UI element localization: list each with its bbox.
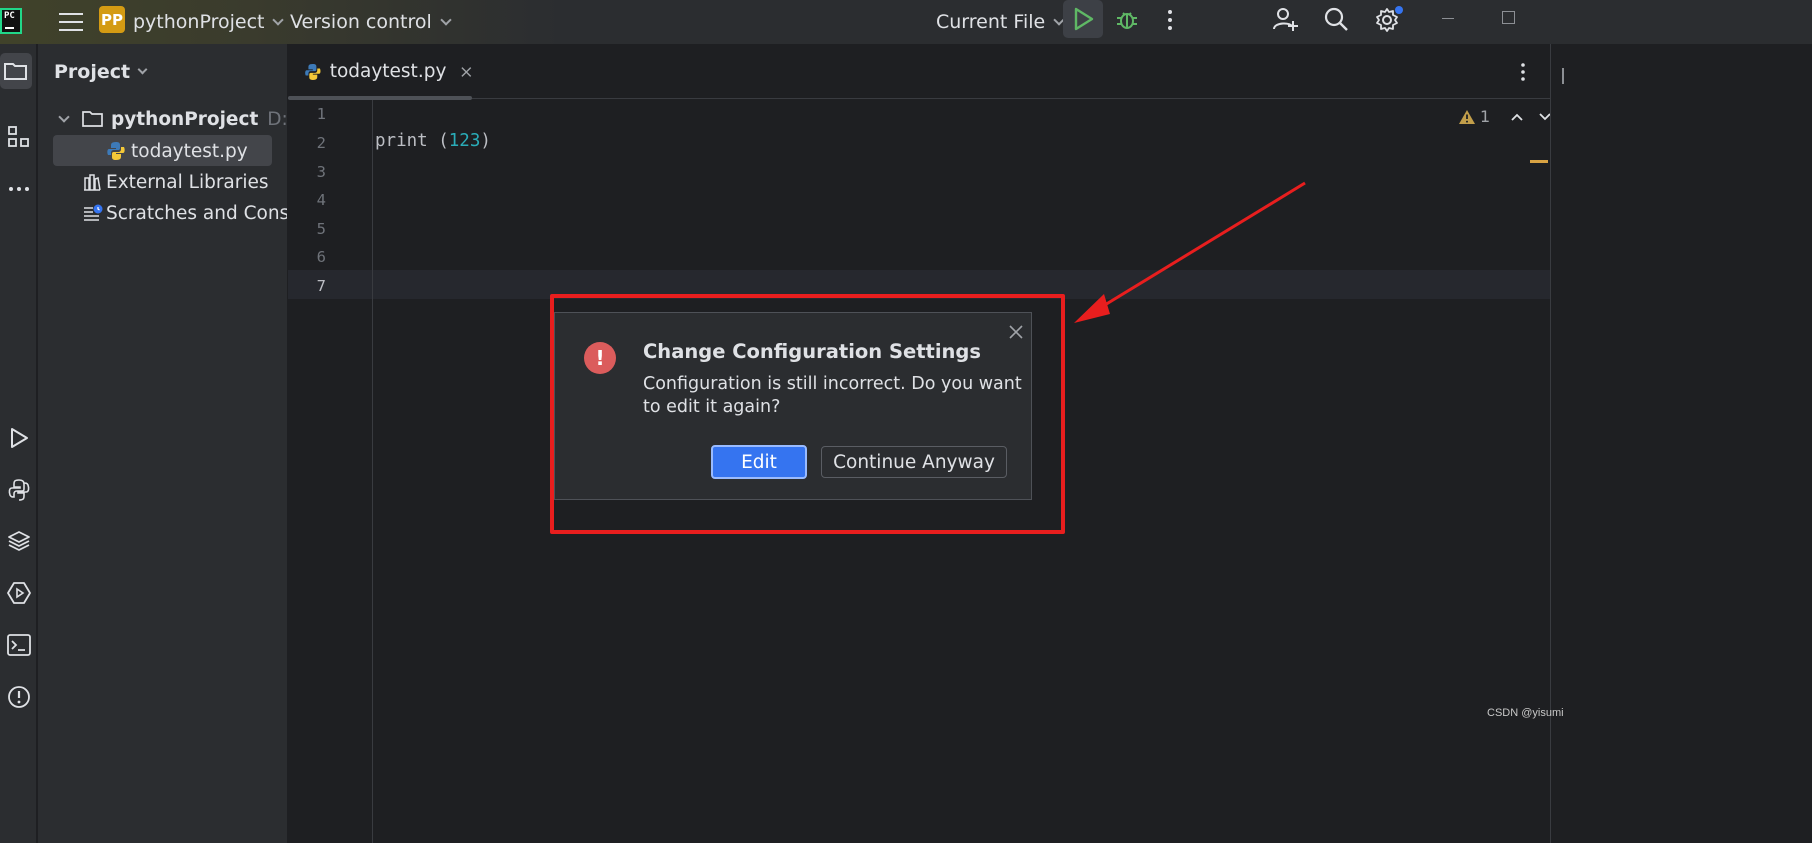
code-line[interactable]: print (123) bbox=[375, 131, 491, 151]
vcs-menu[interactable]: Version control bbox=[290, 0, 452, 44]
services-icon bbox=[6, 582, 31, 604]
project-switcher[interactable]: pythonProject bbox=[133, 0, 285, 44]
problems-tool-button[interactable] bbox=[0, 679, 37, 715]
main-menu-icon[interactable] bbox=[56, 0, 86, 44]
terminal-tool-button[interactable] bbox=[0, 627, 37, 663]
code-function: print ( bbox=[375, 131, 449, 151]
chevron-down-icon bbox=[58, 110, 70, 123]
annotation-arrow bbox=[1074, 181, 1306, 323]
run-config-label: Current File bbox=[936, 11, 1046, 33]
debug-bug-icon[interactable] bbox=[1114, 6, 1140, 32]
more-vertical-icon[interactable] bbox=[1166, 8, 1174, 32]
search-icon[interactable] bbox=[1323, 6, 1349, 32]
project-name: pythonProject bbox=[133, 11, 265, 33]
line-number: 4 bbox=[316, 191, 326, 209]
run-icon bbox=[1074, 7, 1094, 31]
run-tool-button[interactable] bbox=[0, 420, 37, 456]
library-icon bbox=[84, 174, 101, 191]
right-tool-strip bbox=[1550, 44, 1812, 843]
right-strip-icon[interactable] bbox=[1562, 68, 1564, 84]
watermark: CSDN @yisumi bbox=[1487, 707, 1564, 719]
line-number: 5 bbox=[316, 220, 326, 238]
python-console-icon bbox=[8, 479, 29, 501]
code-paren: ) bbox=[480, 131, 491, 151]
code-number: 123 bbox=[448, 131, 481, 151]
terminal-icon bbox=[6, 634, 31, 656]
tree-item-path: D:\Pyc bbox=[267, 108, 287, 130]
maximize-window-icon[interactable] bbox=[1502, 11, 1515, 24]
python-console-button[interactable] bbox=[0, 472, 37, 508]
settings-gear-icon[interactable] bbox=[1374, 5, 1404, 33]
more-horizontal-icon bbox=[8, 187, 29, 191]
layers-icon bbox=[7, 531, 30, 551]
scratches-icon bbox=[84, 204, 103, 221]
active-tab-indicator bbox=[288, 96, 472, 100]
tree-item-scratches[interactable]: Scratches and Consoles bbox=[83, 198, 287, 228]
chevron-up-icon[interactable] bbox=[1510, 112, 1524, 122]
close-tab-icon[interactable] bbox=[461, 66, 472, 78]
run-outline-icon bbox=[10, 428, 28, 448]
tree-item-label: todaytest.py bbox=[131, 140, 248, 162]
python-file-icon bbox=[107, 142, 125, 160]
annotation-highlight-box bbox=[550, 294, 1065, 534]
warning-icon bbox=[1459, 109, 1475, 124]
project-panel: Project pythonProject D:\Pyc todaytest.p… bbox=[38, 44, 287, 843]
line-number-current: 7 bbox=[316, 277, 326, 295]
line-number: 3 bbox=[316, 163, 326, 181]
project-badge[interactable]: PP bbox=[99, 6, 125, 33]
warning-count: 1 bbox=[1480, 107, 1491, 126]
tree-item-todaytest[interactable]: todaytest.py bbox=[106, 136, 248, 166]
more-vertical-icon[interactable] bbox=[1520, 63, 1526, 81]
structure-icon bbox=[7, 126, 29, 147]
chevron-down-icon bbox=[272, 13, 285, 26]
tree-item-label: External Libraries bbox=[106, 171, 269, 193]
tree-item-project-root[interactable]: pythonProject D:\Pyc bbox=[56, 104, 287, 134]
services-tool-button[interactable] bbox=[0, 575, 37, 611]
line-number: 6 bbox=[316, 248, 326, 266]
inspection-widget[interactable]: 1 bbox=[1458, 107, 1552, 126]
pycharm-logo-icon[interactable]: PC bbox=[0, 8, 22, 34]
folder-icon bbox=[4, 63, 27, 80]
problems-icon bbox=[7, 686, 30, 708]
python-file-icon bbox=[305, 63, 321, 80]
structure-tool-button[interactable] bbox=[0, 119, 37, 155]
gutter-divider bbox=[372, 100, 373, 843]
folder-icon bbox=[82, 111, 103, 127]
tool-window-strip bbox=[0, 44, 37, 843]
tree-item-label: pythonProject bbox=[111, 108, 259, 130]
python-packages-button[interactable] bbox=[0, 523, 37, 559]
line-number: 1 bbox=[316, 105, 326, 123]
project-panel-header[interactable]: Project bbox=[54, 61, 148, 83]
project-tool-button[interactable] bbox=[0, 53, 32, 89]
tree-item-external-libraries[interactable]: External Libraries bbox=[83, 167, 269, 197]
tab-label: todaytest.py bbox=[329, 61, 447, 82]
title-bar: PC PP pythonProject Version control Curr… bbox=[0, 0, 1812, 44]
more-tools-button[interactable] bbox=[0, 171, 37, 207]
line-number: 2 bbox=[316, 134, 326, 152]
project-panel-title: Project bbox=[54, 61, 131, 83]
vcs-label: Version control bbox=[290, 11, 432, 33]
chevron-down-icon bbox=[137, 64, 148, 75]
logo-text: PC bbox=[4, 11, 15, 21]
warning-scroll-marker[interactable] bbox=[1530, 160, 1548, 163]
run-button[interactable] bbox=[1063, 0, 1103, 38]
chevron-down-icon bbox=[440, 13, 452, 26]
tab-todaytest[interactable]: todaytest.py bbox=[288, 44, 472, 100]
tree-item-label: Scratches and Consoles bbox=[106, 202, 287, 224]
editor-tab-bar: todaytest.py bbox=[288, 44, 1550, 100]
add-user-icon[interactable] bbox=[1272, 6, 1298, 32]
minimize-window-icon[interactable] bbox=[1442, 18, 1454, 19]
run-config-selector[interactable]: Current File bbox=[936, 0, 1065, 44]
